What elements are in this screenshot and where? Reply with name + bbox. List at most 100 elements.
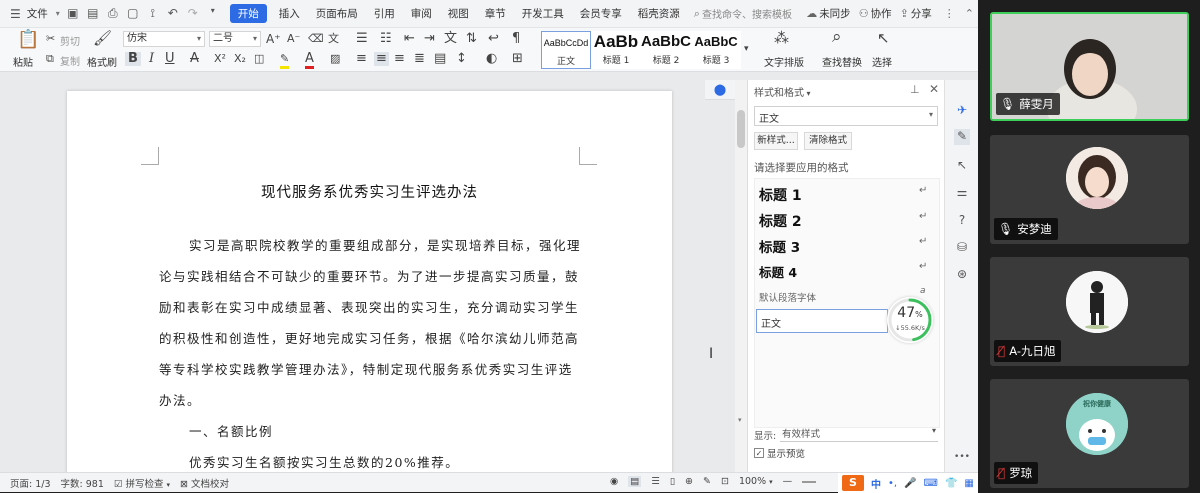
word-count[interactable]: 字数: 981 xyxy=(61,476,104,490)
borders-icon[interactable]: ⊞ xyxy=(512,52,523,66)
bullet-list-icon[interactable]: ☰ xyxy=(356,32,368,46)
document-canvas[interactable]: 现代服务系优秀实习生评选办法 实习是高职院校教学的重要组成部分，是实现培养目标，… xyxy=(0,80,735,472)
shading-icon[interactable]: ◐ xyxy=(486,52,497,66)
paste-icon[interactable]: 📋 xyxy=(17,31,39,49)
search-icon[interactable]: ⌕ xyxy=(832,29,842,46)
number-list-icon[interactable]: ☷ xyxy=(380,32,392,46)
style-item-heading-3[interactable]: 标题 3 xyxy=(759,236,800,256)
font-name-select[interactable]: 仿宋 ▾ xyxy=(123,31,205,47)
undo-format-icon[interactable]: ↩ xyxy=(488,32,499,46)
write-view-icon[interactable]: ✎ xyxy=(703,476,711,487)
find-replace-button[interactable]: 查找替换 xyxy=(822,54,862,69)
close-icon[interactable]: ✕ xyxy=(929,82,939,96)
share-doc-icon[interactable]: ⊛ xyxy=(954,267,970,283)
strikethrough-icon[interactable]: A xyxy=(190,52,199,66)
doc-check-button[interactable]: ⊠ 文档校对 xyxy=(180,476,229,490)
zoom-out-icon[interactable]: — xyxy=(783,476,793,487)
spell-check-button[interactable]: ☑ 拼写检查 ▾ xyxy=(114,476,170,490)
chevron-down-icon[interactable]: ▾ xyxy=(804,89,811,98)
share-icon[interactable]: ⇪ xyxy=(900,7,909,20)
collab-icon[interactable]: ⚇ xyxy=(859,7,869,20)
help-icon[interactable]: ? xyxy=(954,213,970,229)
export-icon[interactable]: ▤ xyxy=(86,6,100,21)
tab-member[interactable]: 会员专享 xyxy=(572,6,630,21)
decrease-indent-icon[interactable]: ⇤ xyxy=(404,32,415,46)
doc-line[interactable]: 优秀实习生名额按实习生总数的20%推荐。 xyxy=(189,452,621,471)
document-title[interactable]: 现代服务系优秀实习生评选办法 xyxy=(67,181,672,202)
tab-review[interactable]: 审阅 xyxy=(403,6,440,21)
collapse-icon[interactable]: ⌃ xyxy=(961,7,978,20)
style-heading-2[interactable]: AaBbC 标题 2 xyxy=(641,31,691,69)
doc-line[interactable]: 办法。 xyxy=(159,390,591,409)
zoom-slider[interactable] xyxy=(802,480,817,483)
web-view-icon[interactable]: ⊕ xyxy=(685,476,693,487)
fit-icon[interactable]: ⊡ xyxy=(721,476,729,487)
select-button[interactable]: 选择 xyxy=(872,54,892,69)
chinese-layout-icon[interactable]: 文 xyxy=(444,32,457,46)
adjust-icon[interactable]: ⚌ xyxy=(954,185,970,201)
share-button[interactable]: 分享 xyxy=(909,6,938,21)
show-filter-select[interactable]: 有效样式 ▾ xyxy=(780,426,938,442)
sogou-logo-icon[interactable]: S xyxy=(842,475,864,491)
hamburger-icon[interactable]: ☰ xyxy=(0,7,25,21)
voice-icon[interactable]: 🎤 xyxy=(904,478,916,489)
skin-icon[interactable]: 👕 xyxy=(945,478,957,489)
print-icon[interactable]: ⎙ xyxy=(106,6,120,21)
clear-format-button[interactable]: 清除格式 xyxy=(804,132,852,150)
backup-icon[interactable]: ⛁ xyxy=(954,240,970,256)
highlight-icon[interactable]: ✎ xyxy=(280,52,290,69)
align-left-icon[interactable]: ≡ xyxy=(356,52,367,66)
more-icon[interactable]: ⋮ xyxy=(938,7,961,20)
line-spacing-icon[interactable]: ↕ xyxy=(456,52,467,66)
search-icon[interactable]: ⌕ xyxy=(694,7,700,21)
text-layout-icon[interactable]: ⁂ xyxy=(774,31,789,46)
file-menu[interactable]: 文件 xyxy=(25,6,56,21)
reading-view-icon[interactable]: ▯ xyxy=(670,476,675,487)
grow-font-icon[interactable]: A⁺ xyxy=(266,32,281,46)
style-pen-icon[interactable]: ✎ xyxy=(954,129,970,145)
style-item-heading-1[interactable]: 标题 1 xyxy=(759,185,802,205)
format-painter-button[interactable]: 格式刷 xyxy=(87,54,117,69)
doc-line[interactable]: 励和表彰在实习中成绩显著、表现突出的实习生，充分调动实习学生 xyxy=(159,297,591,316)
align-right-icon[interactable]: ≡ xyxy=(394,52,405,66)
vertical-scrollbar[interactable] xyxy=(735,80,747,472)
collab-button[interactable]: 协作 xyxy=(869,6,900,21)
doc-line[interactable]: 等专科学校实践教学管理办法》，特制定现代服务系优秀实习生评选 xyxy=(159,359,591,378)
style-item-heading-2[interactable]: 标题 2 xyxy=(759,211,802,231)
page-indicator[interactable]: 页面: 1/3 xyxy=(10,476,51,490)
style-more-icon[interactable]: ▾ xyxy=(744,42,749,56)
phonetic-icon[interactable]: 文 xyxy=(328,32,339,46)
doc-line[interactable]: 实习是高职院校教学的重要组成部分，是实现培养目标，强化理 xyxy=(189,235,621,254)
clear-format-icon[interactable]: ⌫ xyxy=(308,32,324,46)
cut-icon[interactable]: ✂ xyxy=(46,32,55,46)
tab-insert[interactable]: 插入 xyxy=(271,6,308,21)
italic-icon[interactable]: I xyxy=(149,52,154,66)
preview-icon[interactable]: ▢ xyxy=(126,6,140,21)
char-shading-icon[interactable]: ▨ xyxy=(330,52,340,66)
search-command-input[interactable]: 查找命令、搜索模板 xyxy=(702,6,802,21)
font-size-select[interactable]: 二号 ▾ xyxy=(209,31,261,47)
increase-indent-icon[interactable]: ⇥ xyxy=(424,32,435,46)
zoom-level[interactable]: 100% ▾ xyxy=(739,476,773,487)
participant-tile-2[interactable]: 🎙 安梦迪 xyxy=(990,135,1189,244)
sync-status[interactable]: 未同步 xyxy=(817,6,859,21)
navigation-pin[interactable]: ⬤ xyxy=(705,80,735,100)
checkbox-checked-icon[interactable]: ✓ xyxy=(754,448,764,458)
char-border-icon[interactable]: ◫ xyxy=(254,52,264,66)
pin-icon[interactable]: ⊥ xyxy=(910,83,920,96)
document-page[interactable]: 现代服务系优秀实习生评选办法 实习是高职院校教学的重要组成部分，是实现培养目标，… xyxy=(67,91,672,472)
style-heading-3[interactable]: AaBbC 标题 3 xyxy=(691,31,741,69)
bold-icon[interactable]: B xyxy=(125,52,141,66)
format-painter-icon[interactable]: 🖌 xyxy=(93,31,112,46)
tab-view[interactable]: 视图 xyxy=(440,6,477,21)
underline-icon[interactable]: U xyxy=(165,52,175,66)
doc-line[interactable]: 一、名额比例 xyxy=(189,421,621,440)
keyboard-icon[interactable]: ⌨ xyxy=(924,478,938,489)
preview-checkbox[interactable]: ✓ 显示预览 xyxy=(754,446,805,460)
chevron-down-icon[interactable]: ▾ xyxy=(206,6,220,21)
style-normal[interactable]: AaBbCcDd 正文 xyxy=(541,31,591,69)
cursor-icon[interactable]: ↖ xyxy=(877,31,890,46)
cloud-icon[interactable]: ☁ xyxy=(806,7,817,20)
redo-icon[interactable]: ↷ xyxy=(186,6,200,21)
tab-home[interactable]: 开始 xyxy=(229,4,267,23)
